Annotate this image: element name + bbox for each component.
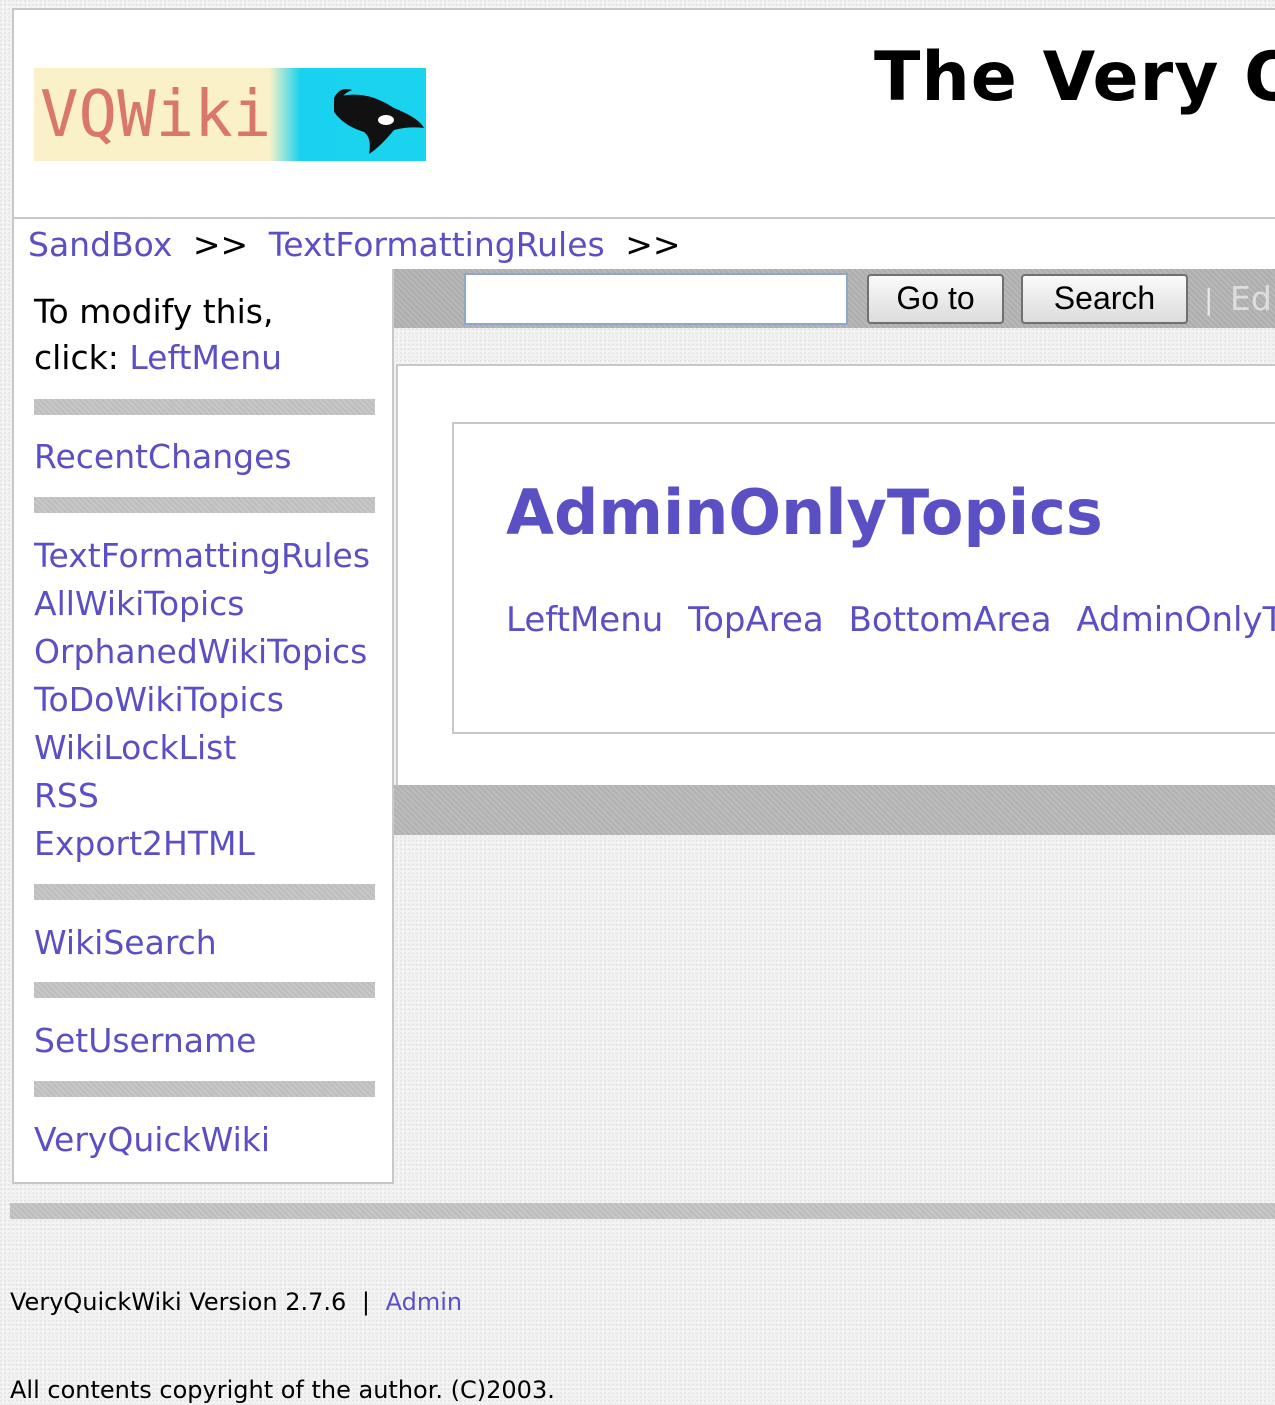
breadcrumb-separator: >> xyxy=(192,225,249,264)
topic-link-leftmenu[interactable]: LeftMenu xyxy=(506,600,663,640)
footer-separator: | xyxy=(361,1288,371,1316)
topic-link-bottomarea[interactable]: BottomArea xyxy=(849,600,1052,640)
menu-item-textformattingrules[interactable]: TextFormattingRules xyxy=(34,532,370,580)
menu-item-veryquickwiki[interactable]: VeryQuickWiki xyxy=(34,1116,270,1164)
goto-search-input[interactable] xyxy=(464,273,848,325)
search-button[interactable]: Search xyxy=(1021,274,1188,324)
menu-item-orphanedwikitopics[interactable]: OrphanedWikiTopics xyxy=(34,628,367,676)
goto-button[interactable]: Go to xyxy=(867,274,1004,324)
menu-item-todowikitopics[interactable]: ToDoWikiTopics xyxy=(34,676,284,724)
menu-item-allwikitopics[interactable]: AllWikiTopics xyxy=(34,580,244,628)
menu-divider xyxy=(34,497,375,513)
vqwiki-logo[interactable]: VQWiki xyxy=(34,68,426,161)
footer-copyright: All contents copyright of the author. (C… xyxy=(10,1376,555,1404)
toolbar: Go to Search | Ed xyxy=(394,269,1275,328)
menu-item-wikilocklist[interactable]: WikiLockList xyxy=(34,724,236,772)
left-menu-edit-link[interactable]: LeftMenu xyxy=(129,338,282,377)
version-text: VeryQuickWiki Version 2.7.6 xyxy=(10,1288,347,1316)
menu-item-rss[interactable]: RSS xyxy=(34,772,99,820)
topic-link-toparea[interactable]: TopArea xyxy=(688,600,824,640)
left-menu: To modify this, click: LeftMenu RecentCh… xyxy=(12,269,394,1184)
breadcrumb: SandBox >> TextFormattingRules >> xyxy=(12,219,1275,269)
topic-box: AdminOnlyTopics LeftMenu TopArea BottomA… xyxy=(452,422,1275,734)
menu-divider xyxy=(34,982,375,998)
breadcrumb-separator: >> xyxy=(625,225,681,264)
edit-link[interactable]: Ed xyxy=(1230,279,1272,318)
menu-item-wikisearch[interactable]: WikiSearch xyxy=(34,919,217,967)
menu-item-recentchanges[interactable]: RecentChanges xyxy=(34,433,292,481)
admin-link[interactable]: Admin xyxy=(386,1288,463,1316)
left-menu-intro-text: To modify this, xyxy=(34,292,274,331)
left-menu-intro: To modify this, click: LeftMenu xyxy=(34,289,282,381)
menu-divider xyxy=(34,1081,375,1097)
topic-link-adminonlytopics[interactable]: AdminOnlyTopi xyxy=(1076,600,1275,640)
breadcrumb-link-sandbox[interactable]: SandBox xyxy=(28,225,172,264)
breadcrumb-link-textformattingrules[interactable]: TextFormattingRules xyxy=(269,225,605,264)
topic-title[interactable]: AdminOnlyTopics xyxy=(506,476,1103,549)
menu-item-export2html[interactable]: Export2HTML xyxy=(34,820,255,868)
bottom-bar xyxy=(394,785,1275,835)
menu-item-setusername[interactable]: SetUsername xyxy=(34,1017,256,1065)
menu-divider xyxy=(34,399,375,415)
toolbar-separator: | xyxy=(1204,283,1214,316)
menu-divider xyxy=(34,884,375,900)
footer-divider xyxy=(10,1203,1275,1219)
content-area: AdminOnlyTopics LeftMenu TopArea BottomA… xyxy=(396,364,1275,785)
topic-links: LeftMenu TopArea BottomArea AdminOnlyTop… xyxy=(506,600,1275,640)
logo-text: VQWiki xyxy=(40,78,271,152)
footer-version: VeryQuickWiki Version 2.7.6 | Admin xyxy=(10,1288,462,1316)
site-title: The Very Q xyxy=(874,38,1275,117)
header: VQWiki The Very Q xyxy=(12,8,1275,219)
left-menu-intro-click: click: xyxy=(34,338,119,377)
